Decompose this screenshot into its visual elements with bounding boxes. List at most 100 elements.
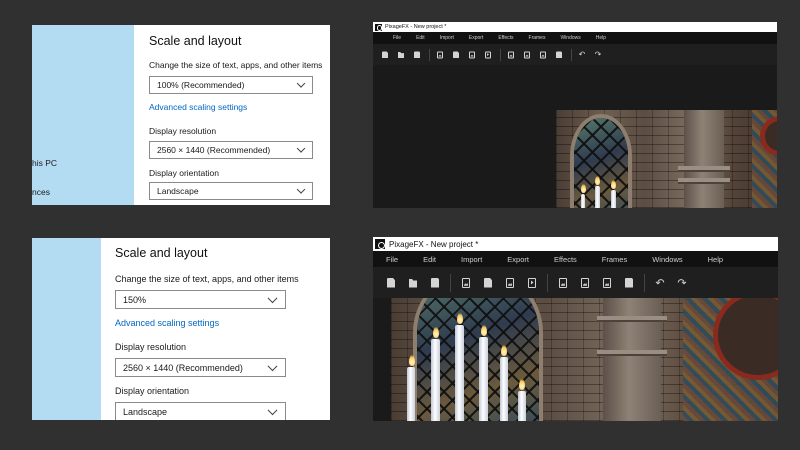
save-icon [431,277,439,288]
frames-button[interactable] [466,49,478,61]
frames-button[interactable] [501,274,519,292]
effect-button[interactable] [554,274,572,292]
resolution-label: Display resolution [115,342,187,352]
image-effect-icon [508,51,514,58]
settings-sidebar: his PC nces [32,25,134,205]
candle-flame [519,379,525,390]
menu-edit[interactable]: Edit [416,35,425,41]
menu-edit[interactable]: Edit [423,255,436,264]
adjust-button[interactable] [521,49,533,61]
save-frame-button[interactable] [553,49,565,61]
save-button[interactable] [426,274,444,292]
export-image-button[interactable] [450,49,462,61]
menu-import[interactable]: Import [440,35,454,41]
frame-button[interactable] [537,49,549,61]
image-adjust-icon [524,51,530,58]
resolution-dropdown[interactable]: 2560 × 1440 (Recommended) [115,358,286,377]
candle [479,337,488,421]
window-title: PixageFX - New project * [389,239,479,249]
candle-flame [595,176,600,185]
new-file-button[interactable] [379,49,391,61]
scale-dropdown[interactable]: 150% [115,290,286,309]
advanced-scaling-link[interactable]: Advanced scaling settings [149,102,247,112]
window-title: PixageFX - New project * [385,24,447,30]
resolution-dropdown[interactable]: 2560 × 1440 (Recommended) [149,141,313,159]
settings-panel-150: Scale and layout Change the size of text… [32,238,330,420]
canvas-image [556,110,777,208]
image-icon [437,51,443,58]
menu-windows[interactable]: Windows [652,255,682,264]
save-frame-icon [625,277,633,288]
menu-export[interactable]: Export [507,255,529,264]
menu-effects[interactable]: Effects [498,35,513,41]
settings-panel-100: his PC nces Scale and layout Change the … [32,25,330,205]
menu-bar: File Edit Import Export Effects Frames W… [373,32,777,44]
open-button[interactable] [404,274,422,292]
title-bar: PixageFX - New project * [373,22,777,32]
resolution-dropdown-value: 2560 × 1440 (Recommended) [123,362,243,373]
redo-button[interactable]: ↷ [673,274,691,292]
frames-icon [506,277,514,288]
menu-file[interactable]: File [393,35,401,41]
menu-export[interactable]: Export [469,35,483,41]
sidebar-item-preferences[interactable]: nces [32,187,50,197]
save-button[interactable] [411,49,423,61]
animation-button[interactable] [482,49,494,61]
canvas-area[interactable] [373,298,778,421]
toolbar-separator [450,273,451,292]
menu-effects[interactable]: Effects [554,255,577,264]
chevron-down-icon [296,144,306,153]
settings-content: Scale and layout Change the size of text… [101,238,330,420]
film-icon [528,277,536,288]
advanced-scaling-link[interactable]: Advanced scaling settings [115,318,219,328]
new-file-button[interactable] [382,274,400,292]
menu-file[interactable]: File [386,255,398,264]
new-file-icon [382,51,388,58]
chevron-down-icon [267,404,278,415]
toolbar-separator [429,48,430,61]
undo-button[interactable]: ↶ [576,49,588,61]
redo-icon: ↷ [594,49,602,59]
undo-icon: ↶ [655,276,665,289]
adjust-button[interactable] [576,274,594,292]
sidebar-item-this-pc[interactable]: his PC [32,158,57,168]
undo-icon: ↶ [578,49,586,59]
export-image-button[interactable] [479,274,497,292]
candle [407,367,415,421]
redo-icon: ↷ [677,276,687,289]
image-export-icon [453,51,459,58]
undo-button[interactable]: ↶ [651,274,669,292]
toolbar: ↶ ↷ [373,44,777,65]
pixagefx-window-100: PixageFX - New project * File Edit Impor… [373,22,777,208]
effect-button[interactable] [505,49,517,61]
resolution-dropdown-value: 2560 × 1440 (Recommended) [157,145,271,155]
menu-import[interactable]: Import [461,255,482,264]
import-image-button[interactable] [434,49,446,61]
menu-frames[interactable]: Frames [602,255,627,264]
candle [518,391,526,421]
menu-help[interactable]: Help [708,255,723,264]
redo-button[interactable]: ↷ [592,49,604,61]
candle [581,194,585,208]
gothic-window [570,114,632,208]
import-image-button[interactable] [457,274,475,292]
menu-bar: File Edit Import Export Effects Frames W… [373,251,778,267]
orientation-dropdown-value: Landscape [157,186,199,196]
toolbar-separator [547,273,548,292]
menu-frames[interactable]: Frames [529,35,546,41]
menu-help[interactable]: Help [596,35,606,41]
menu-windows[interactable]: Windows [560,35,580,41]
frame-icon [540,51,546,58]
save-frame-button[interactable] [620,274,638,292]
orientation-dropdown[interactable]: Landscape [149,182,313,200]
candle [431,339,440,421]
section-heading: Scale and layout [115,246,208,260]
frame-button[interactable] [598,274,616,292]
orientation-dropdown[interactable]: Landscape [115,402,286,420]
chevron-down-icon [267,292,278,303]
open-button[interactable] [395,49,407,61]
animation-button[interactable] [523,274,541,292]
scale-dropdown[interactable]: 100% (Recommended) [149,76,313,94]
candle [500,357,508,421]
canvas-area[interactable] [373,65,777,208]
